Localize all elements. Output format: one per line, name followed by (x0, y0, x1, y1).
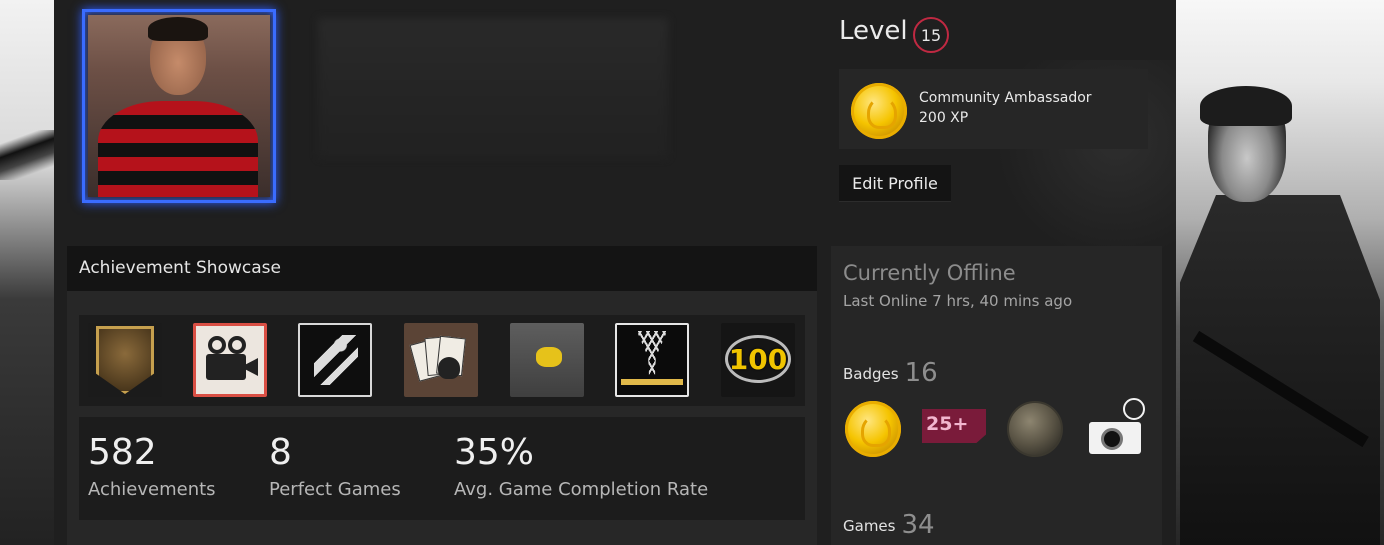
achievement-showcase: Achievement Showcase 100 582 Achievement… (67, 246, 817, 545)
achievement-showcase-title: Achievement Showcase (67, 246, 817, 291)
stat-label: Avg. Game Completion Rate (454, 479, 709, 500)
background-soldier-cap (1200, 86, 1292, 126)
stat-achievements[interactable]: 582 Achievements (88, 431, 216, 500)
achievement-icons-row: 100 (79, 315, 805, 406)
stat-perfect-games[interactable]: 8 Perfect Games (269, 431, 401, 500)
stat-value: 8 (269, 432, 292, 473)
games-count: 34 (901, 510, 935, 540)
film-camera-achievement-icon[interactable] (193, 323, 267, 397)
skull-cards-achievement-icon[interactable] (404, 323, 478, 397)
background-art-left (0, 0, 54, 545)
profile-avatar[interactable] (82, 9, 276, 203)
gold-coin-icon[interactable] (845, 401, 901, 457)
stat-completion-rate[interactable]: 35% Avg. Game Completion Rate (454, 431, 708, 500)
badges-link[interactable]: Badges 16 (843, 358, 938, 388)
25-plus-badge-icon[interactable]: 25+ (922, 409, 986, 443)
stat-value: 582 (88, 432, 157, 473)
achievement-stats: 582 Achievements 8 Perfect Games 35% Avg… (79, 417, 805, 520)
avatar-shirt (98, 101, 258, 197)
favorite-badge-name: Community Ambassador (919, 90, 1092, 106)
badges-label: Badges (843, 365, 899, 383)
100-achievement-icon[interactable]: 100 (721, 323, 795, 397)
last-online-text: Last Online 7 hrs, 40 mins ago (843, 292, 1073, 310)
level-badge[interactable]: 15 (913, 17, 949, 53)
dead-tree-achievement-icon[interactable] (615, 323, 689, 397)
avatar-image (88, 15, 270, 197)
favorite-badge[interactable]: Community Ambassador 200 XP (839, 69, 1148, 149)
games-link[interactable]: Games 34 (843, 510, 935, 540)
fighter-achievement-icon[interactable] (298, 323, 372, 397)
yellow-figure-achievement-icon[interactable] (510, 323, 584, 397)
stat-label: Perfect Games (269, 479, 401, 500)
background-soldier-body (1180, 195, 1380, 545)
camera-badge-icon[interactable] (1085, 398, 1147, 458)
100-achievement-label: 100 (725, 335, 791, 383)
profile-sidebar: Currently Offline Last Online 7 hrs, 40 … (831, 246, 1162, 545)
level-label: Level (839, 16, 908, 46)
avatar-hair (148, 17, 208, 41)
persona-name-blurred (318, 18, 668, 158)
gold-coin-icon (851, 83, 907, 139)
bronze-medal-icon[interactable] (1007, 401, 1063, 457)
badges-count: 16 (904, 358, 938, 388)
favorite-badge-xp: 200 XP (919, 110, 969, 126)
edit-profile-button[interactable]: Edit Profile (839, 165, 951, 201)
stat-label: Achievements (88, 479, 216, 500)
games-label: Games (843, 517, 896, 535)
shield-achievement-icon[interactable] (88, 323, 162, 397)
online-status: Currently Offline (843, 261, 1016, 285)
stat-value: 35% (454, 432, 535, 473)
